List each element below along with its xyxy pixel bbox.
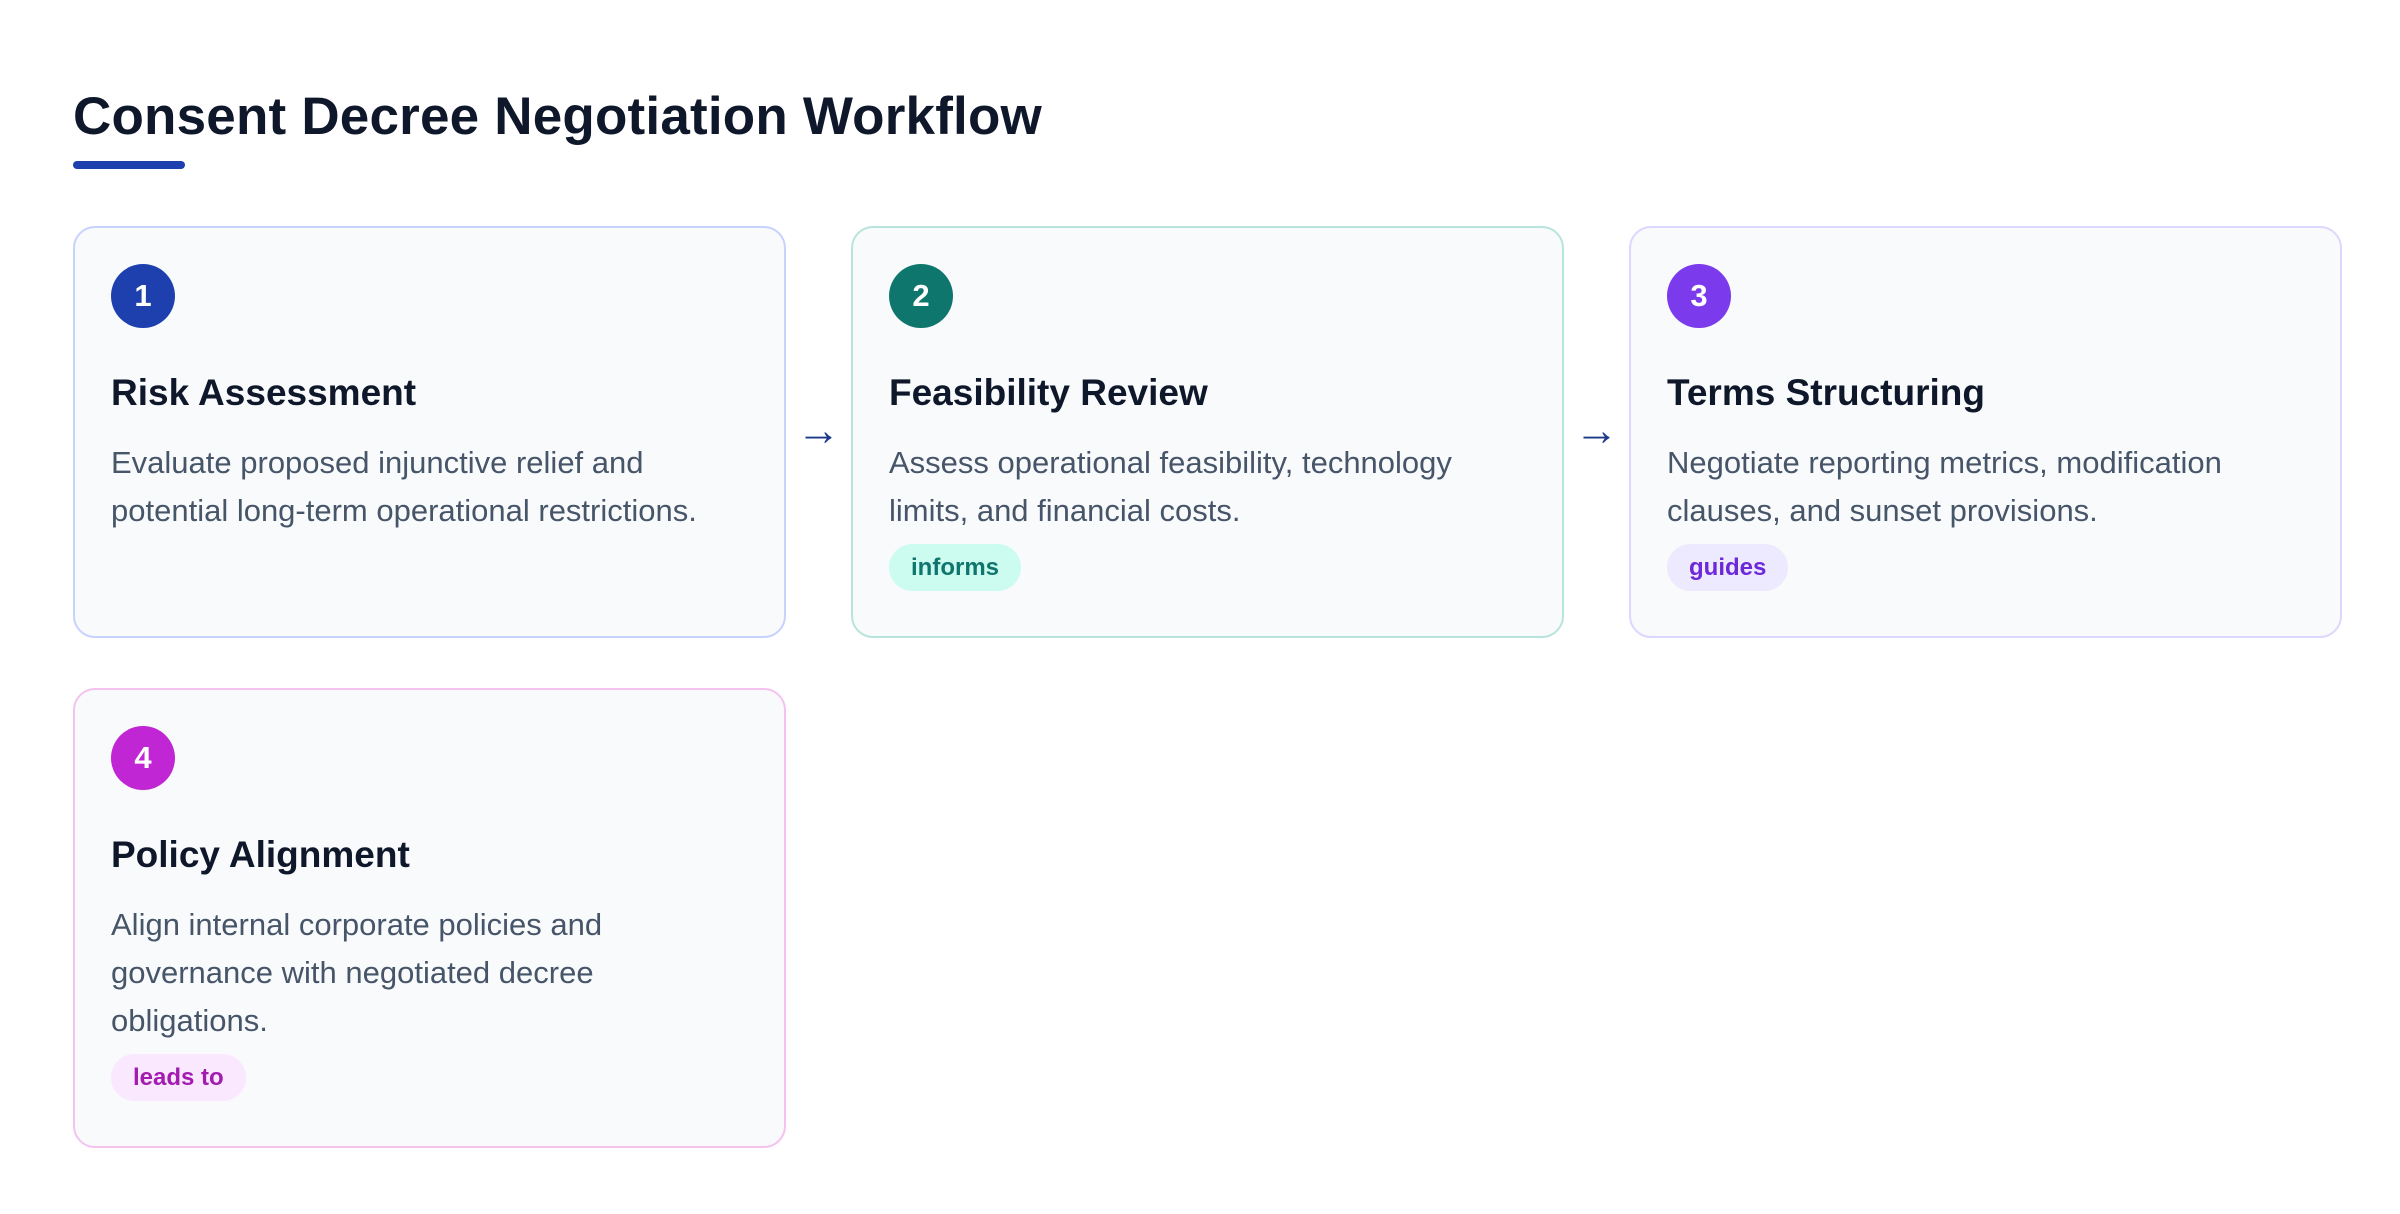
step-title: Feasibility Review	[889, 372, 1208, 413]
relation-tag: leads to	[111, 1054, 246, 1101]
workflow-row-1: 1 Risk Assessment Evaluate proposed inju…	[73, 226, 2342, 638]
step-description: Evaluate proposed injunctive relief and …	[111, 445, 697, 528]
workflow-page: Consent Decree Negotiation Workflow 1 Ri…	[0, 0, 2400, 1214]
relation-tag: informs	[889, 544, 1022, 591]
step-card-feasibility-review: 2 Feasibility Review Assess operational …	[851, 226, 1564, 638]
relation-tag: guides	[1667, 544, 1789, 591]
step-number-badge: 1	[111, 264, 175, 328]
arrow-right-icon: →	[796, 406, 841, 455]
step-title: Terms Structuring	[1667, 372, 1985, 413]
page-title: Consent Decree Negotiation Workflow	[73, 87, 1042, 146]
step-card-policy-alignment: 4 Policy Alignment Align internal corpor…	[73, 688, 786, 1148]
step-card-terms-structuring: 3 Terms Structuring Negotiate reporting …	[1629, 226, 2342, 638]
step-title: Policy Alignment	[111, 834, 410, 875]
arrow-right-icon: →	[1574, 406, 1619, 455]
step-description: Assess operational feasibility, technolo…	[889, 445, 1452, 528]
step-number-badge: 4	[111, 726, 175, 790]
step-description: Negotiate reporting metrics, modificatio…	[1667, 445, 2222, 528]
step-description: Align internal corporate policies and go…	[111, 907, 603, 1038]
step-number-badge: 3	[1667, 264, 1731, 328]
workflow-row-2: 4 Policy Alignment Align internal corpor…	[73, 688, 786, 1148]
step-title: Risk Assessment	[111, 372, 417, 413]
title-underline	[73, 161, 185, 169]
step-number-badge: 2	[889, 264, 953, 328]
step-card-risk-assessment: 1 Risk Assessment Evaluate proposed inju…	[73, 226, 786, 638]
